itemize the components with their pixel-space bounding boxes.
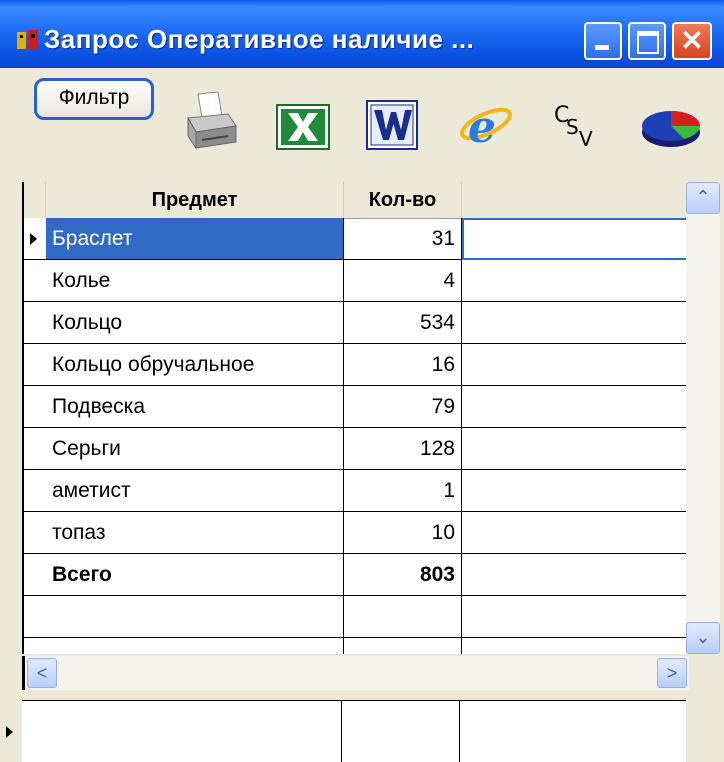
cell-item[interactable]: Браслет <box>46 218 344 260</box>
vertical-scrollbar[interactable]: ⌃ ⌄ <box>686 182 720 654</box>
cell-qty[interactable]: 79 <box>344 386 462 428</box>
cell-extra[interactable] <box>462 596 688 638</box>
table-row[interactable]: Браслет 31 <box>24 218 688 260</box>
new-record-item-cell[interactable] <box>22 701 342 762</box>
cell-extra[interactable] <box>462 386 688 428</box>
svg-text:V: V <box>579 127 593 150</box>
scroll-left-button[interactable]: < <box>27 658 57 688</box>
new-record-indicator <box>0 700 22 762</box>
cell-item[interactable] <box>46 596 344 638</box>
cell-item[interactable]: Серьги <box>46 428 344 470</box>
cell-qty[interactable]: 10 <box>344 512 462 554</box>
table-row[interactable] <box>24 596 688 638</box>
table-row[interactable]: Подвеска 79 <box>24 386 688 428</box>
maximize-button[interactable] <box>628 22 666 60</box>
table-row[interactable] <box>24 638 688 654</box>
cell-extra[interactable] <box>462 554 688 596</box>
window-title: Запрос Оперативное наличие ... <box>44 24 475 54</box>
toolbar: Фильтр e C S V <box>0 68 724 170</box>
cell-qty[interactable]: 803 <box>344 554 462 596</box>
svg-text:S: S <box>566 115 579 139</box>
scroll-down-button[interactable]: ⌄ <box>686 622 720 654</box>
word-icon[interactable] <box>366 100 418 150</box>
data-grid: Предмет Кол-во Браслет 31 Колье 4 Кольцо 534 К… <box>0 170 724 762</box>
table-row[interactable]: Колье 4 <box>24 260 688 302</box>
row-selector[interactable] <box>24 302 46 344</box>
row-selector[interactable] <box>24 386 46 428</box>
cell-item[interactable]: Кольцо <box>46 302 344 344</box>
grid-corner <box>686 700 724 762</box>
csv-icon[interactable]: C S V <box>552 100 600 150</box>
excel-icon[interactable] <box>276 104 330 150</box>
close-icon: ✕ <box>680 25 704 56</box>
table-row[interactable]: топаз 10 <box>24 512 688 554</box>
cell-item[interactable]: Подвеска <box>46 386 344 428</box>
row-selector[interactable] <box>24 638 46 654</box>
grid-header: Предмет Кол-во <box>24 182 688 219</box>
filter-button[interactable]: Фильтр <box>34 78 154 120</box>
cell-extra[interactable] <box>462 512 688 554</box>
cell-extra[interactable] <box>462 344 688 386</box>
new-record-row[interactable] <box>22 700 686 762</box>
query-window: Запрос Оперативное наличие ... ✕ Фильтр … <box>0 0 724 762</box>
cell-qty[interactable]: 16 <box>344 344 462 386</box>
cell-qty[interactable]: 128 <box>344 428 462 470</box>
cell-extra[interactable] <box>462 428 688 470</box>
table-row[interactable]: Всего 803 <box>24 554 688 596</box>
scroll-up-button[interactable]: ⌃ <box>686 182 720 214</box>
cell-item[interactable] <box>46 638 344 654</box>
table-row[interactable]: Кольцо 534 <box>24 302 688 344</box>
table-row[interactable]: Серьги 128 <box>24 428 688 470</box>
app-icon <box>17 30 38 49</box>
cell-qty[interactable] <box>344 596 462 638</box>
cell-qty[interactable] <box>344 638 462 654</box>
internet-explorer-icon[interactable]: e <box>458 98 514 152</box>
record-pointer-icon <box>30 233 37 245</box>
row-selector[interactable] <box>24 470 46 512</box>
cell-item[interactable]: Кольцо обручальное <box>46 344 344 386</box>
row-selector[interactable] <box>24 596 46 638</box>
column-header-item[interactable]: Предмет <box>46 182 344 218</box>
grid-body: Предмет Кол-во Браслет 31 Колье 4 Кольцо 534 К… <box>22 182 688 654</box>
cell-extra[interactable] <box>462 302 688 344</box>
row-selector[interactable] <box>24 428 46 470</box>
column-header-qty[interactable]: Кол-во <box>344 182 462 218</box>
cell-qty[interactable]: 534 <box>344 302 462 344</box>
horizontal-scrollbar[interactable]: < > <box>22 656 689 690</box>
minimize-button[interactable] <box>584 22 622 60</box>
pie-chart-icon[interactable] <box>640 106 702 150</box>
table-row[interactable]: аметист 1 <box>24 470 688 512</box>
header-corner <box>24 182 46 218</box>
cell-item[interactable]: топаз <box>46 512 344 554</box>
new-record-qty-cell[interactable] <box>342 701 460 762</box>
cell-extra[interactable] <box>462 260 688 302</box>
cell-extra[interactable] <box>462 470 688 512</box>
cell-item[interactable]: аметист <box>46 470 344 512</box>
row-selector[interactable] <box>24 554 46 596</box>
cell-qty[interactable]: 4 <box>344 260 462 302</box>
row-selector[interactable] <box>24 512 46 554</box>
row-selector[interactable] <box>24 344 46 386</box>
new-record-extra-cell[interactable] <box>460 701 686 762</box>
title-bar[interactable]: Запрос Оперативное наличие ... ✕ <box>0 0 724 68</box>
row-selector[interactable] <box>24 260 46 302</box>
cell-qty[interactable]: 31 <box>344 218 462 260</box>
table-row[interactable]: Кольцо обручальное 16 <box>24 344 688 386</box>
cell-item[interactable]: Колье <box>46 260 344 302</box>
cell-item[interactable]: Всего <box>46 554 344 596</box>
cell-extra[interactable] <box>462 638 688 654</box>
close-button[interactable]: ✕ <box>672 22 712 60</box>
cell-extra[interactable] <box>462 218 688 260</box>
cell-qty[interactable]: 1 <box>344 470 462 512</box>
scroll-right-button[interactable]: > <box>657 658 687 688</box>
printer-icon[interactable] <box>184 90 240 150</box>
record-pointer-icon <box>6 726 13 738</box>
row-selector[interactable] <box>24 218 46 260</box>
svg-text:e: e <box>468 102 496 152</box>
